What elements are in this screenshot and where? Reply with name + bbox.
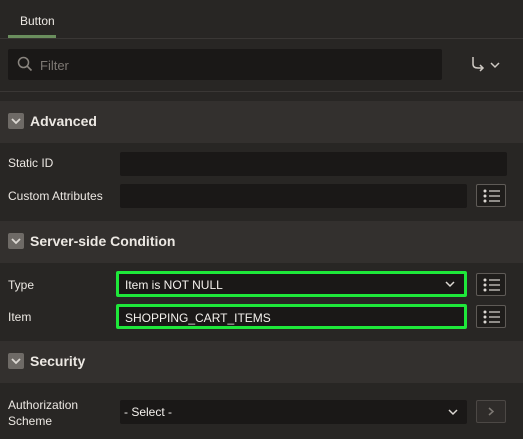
chevron-down-icon (448, 409, 458, 416)
filter-bar: Filter (0, 39, 523, 91)
authorization-scheme-value: - Select - (124, 405, 173, 419)
type-list-button[interactable] (476, 273, 506, 296)
section-advanced-header[interactable]: Advanced (0, 101, 523, 143)
tab-active-indicator (8, 35, 56, 38)
go-to-menu-button[interactable] (466, 55, 506, 77)
type-label: Type (8, 278, 35, 292)
item-field-value: SHOPPING_CART_ITEMS (125, 311, 271, 325)
type-select-value: Item is NOT NULL (125, 278, 223, 292)
section-security-header[interactable]: Security (0, 341, 523, 383)
divider (0, 91, 523, 92)
menu-arrow-icon (472, 57, 500, 72)
tab-label: Button (20, 14, 55, 28)
section-title: Advanced (30, 113, 97, 129)
authorization-scheme-go-button[interactable] (476, 400, 506, 423)
authorization-scheme-select[interactable]: - Select - (120, 400, 467, 424)
authorization-scheme-label-line2: Scheme (8, 414, 53, 428)
chevron-right-icon (488, 407, 495, 416)
search-icon (17, 56, 33, 72)
type-select[interactable]: Item is NOT NULL (116, 271, 467, 297)
section-server-side-condition-header[interactable]: Server-side Condition (0, 221, 523, 263)
custom-attributes-list-button[interactable] (476, 184, 506, 207)
chevron-down-icon (11, 358, 21, 365)
list-icon (483, 189, 500, 203)
item-label: Item (8, 310, 32, 324)
authorization-scheme-label-line1: Authorization (8, 398, 79, 412)
section-title: Server-side Condition (30, 233, 176, 249)
filter-input[interactable]: Filter (8, 49, 442, 80)
section-toggle[interactable] (8, 233, 24, 249)
custom-attributes-label: Custom Attributes (8, 189, 103, 203)
item-list-button[interactable] (476, 305, 506, 328)
section-toggle[interactable] (8, 113, 24, 129)
list-icon (483, 278, 500, 292)
section-title: Security (30, 353, 86, 369)
static-id-label: Static ID (8, 156, 54, 170)
custom-attributes-field[interactable] (120, 184, 467, 208)
tab-button[interactable]: Button (8, 0, 56, 38)
chevron-down-icon (11, 118, 21, 125)
chevron-down-icon (11, 238, 21, 245)
list-icon (483, 310, 500, 324)
tab-bar: Button (0, 0, 523, 39)
chevron-down-icon (445, 281, 455, 288)
item-field[interactable]: SHOPPING_CART_ITEMS (116, 304, 467, 329)
static-id-field[interactable] (120, 152, 507, 176)
filter-placeholder: Filter (40, 58, 69, 73)
section-toggle[interactable] (8, 353, 24, 369)
